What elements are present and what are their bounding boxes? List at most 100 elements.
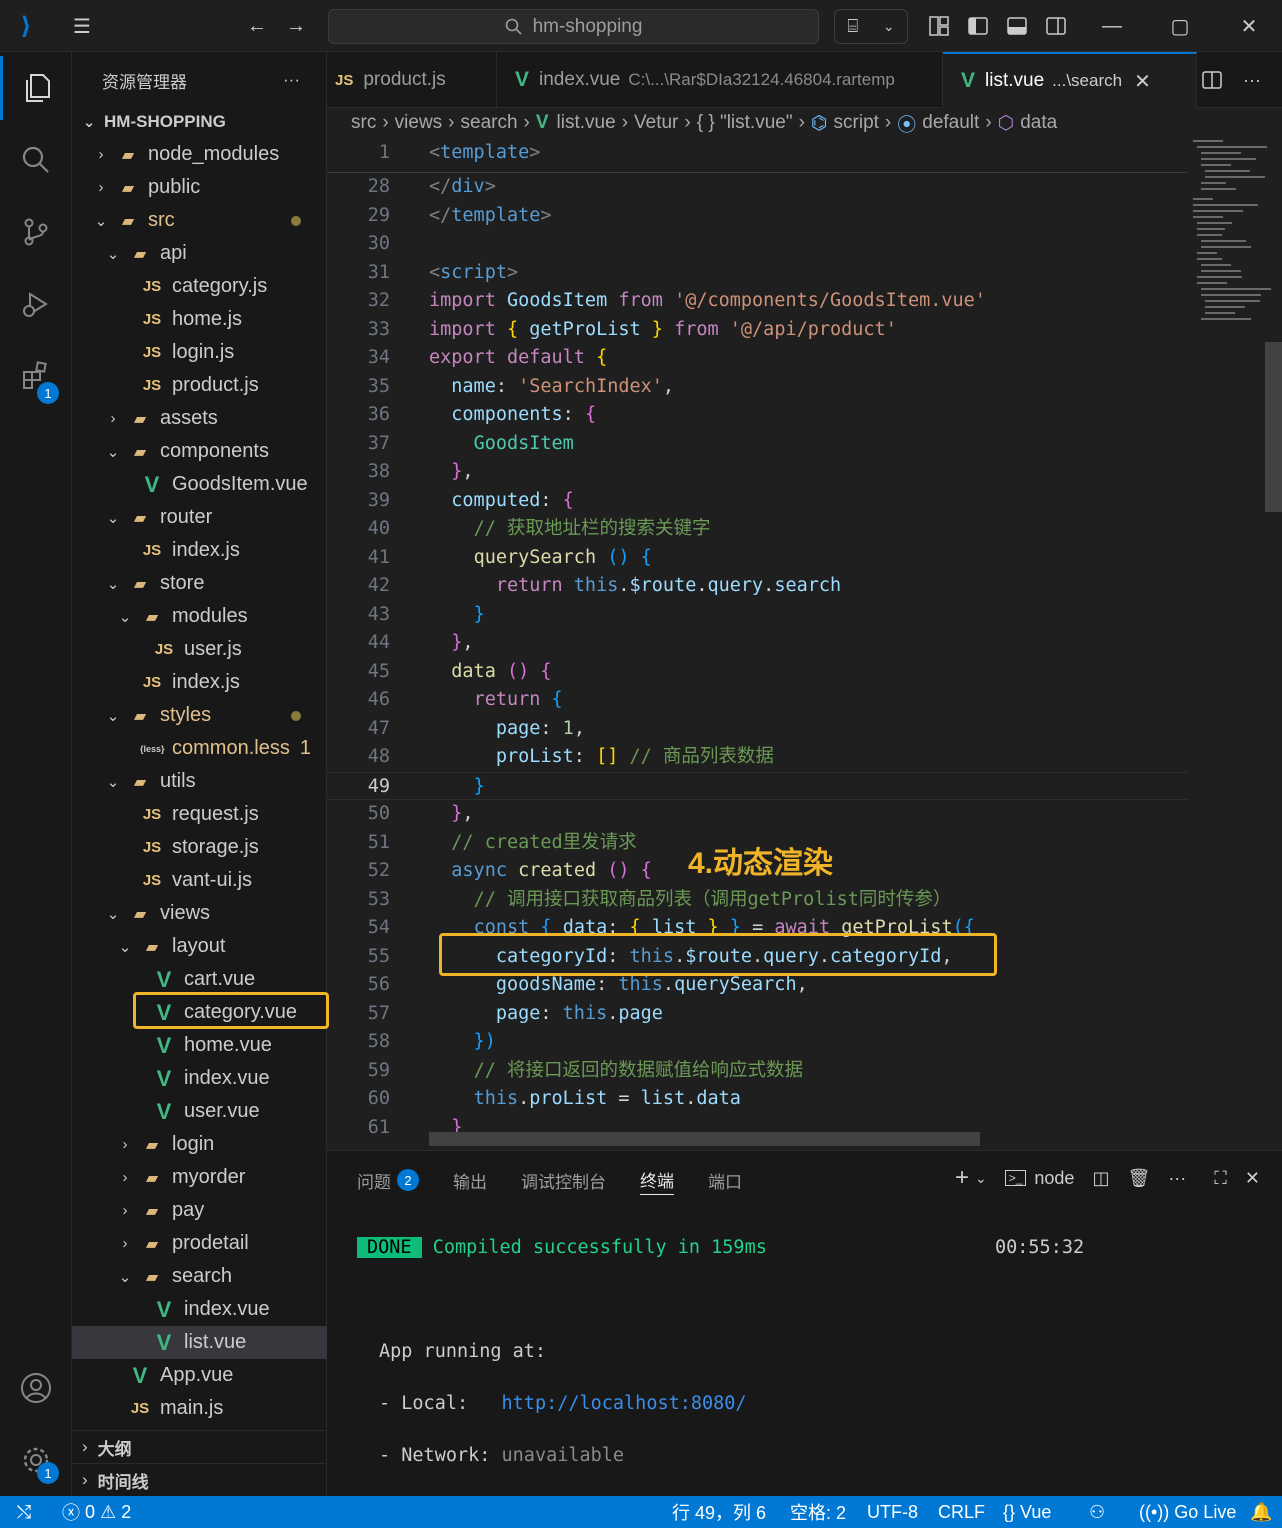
editor-more-actions-icon[interactable]: ··· xyxy=(1238,66,1266,94)
tree-item[interactable]: JS request.js xyxy=(72,798,327,831)
tab-output[interactable]: 输出 xyxy=(453,1165,487,1195)
tree-item[interactable]: ⌄ ▰ utils xyxy=(72,765,327,798)
tree-item[interactable]: Vhome.vue xyxy=(72,1029,327,1062)
end-of-line[interactable]: CRLF xyxy=(938,1496,985,1528)
terminal-shell-label[interactable]: node xyxy=(1034,1168,1074,1189)
breadcrumb-item[interactable]: src xyxy=(351,112,376,134)
tree-item[interactable]: {less} common.less 1 xyxy=(72,732,327,765)
breadcrumb-item[interactable]: list.vue xyxy=(557,112,616,134)
tree-item[interactable]: V GoodsItem.vue xyxy=(72,468,327,501)
horizontal-scrollbar[interactable] xyxy=(429,1132,980,1146)
tree-item[interactable]: ⌄ ▰ store xyxy=(72,567,327,600)
command-center-search[interactable]: hm-shopping xyxy=(328,9,819,44)
encoding[interactable]: UTF-8 xyxy=(867,1496,918,1528)
tree-item[interactable]: Vuser.vue xyxy=(72,1095,327,1128)
toggle-primary-sidebar-icon[interactable] xyxy=(964,12,992,40)
go-live-button[interactable]: ((•)) Go Live xyxy=(1139,1496,1236,1528)
tree-item[interactable]: ⌄ ▰ views xyxy=(72,897,327,930)
minimap[interactable] xyxy=(1187,138,1282,1150)
tree-item[interactable]: › ▰ login xyxy=(72,1128,327,1161)
tree-item[interactable]: ⌄ ▰ layout xyxy=(72,930,327,963)
split-terminal-icon[interactable]: ◫ xyxy=(1092,1168,1109,1189)
breadcrumb-item[interactable]: { } "list.vue" xyxy=(697,112,793,134)
tree-item[interactable]: JS storage.js xyxy=(72,831,327,864)
language-mode[interactable]: {} Vue xyxy=(1003,1496,1051,1528)
explorer-root-folder[interactable]: ⌄ HM-SHOPPING xyxy=(72,105,327,138)
breadcrumb-item[interactable]: views xyxy=(395,112,443,134)
run-debug-icon[interactable] xyxy=(0,272,72,336)
indentation[interactable]: 空格: 2 xyxy=(790,1496,846,1528)
chevron-down-icon[interactable]: ⌄ xyxy=(975,1170,987,1187)
tab-list-vue[interactable]: V list.vue ...\search ✕ xyxy=(943,52,1197,108)
tree-item[interactable]: JS login.js xyxy=(72,336,327,369)
outline-section[interactable]: › 大纲 xyxy=(72,1430,327,1463)
breadcrumb-item[interactable]: script xyxy=(834,112,879,134)
tab-ports[interactable]: 端口 xyxy=(708,1165,742,1195)
close-window-icon[interactable]: ✕ xyxy=(1235,12,1263,40)
breadcrumb-item[interactable]: default xyxy=(922,112,979,134)
minimize-icon[interactable]: — xyxy=(1098,12,1126,40)
menu-icon[interactable]: ☰ xyxy=(68,12,96,40)
tree-item[interactable]: ⌄ ▰ styles xyxy=(72,699,327,732)
tree-item[interactable]: ⌄ ▰ api xyxy=(72,237,327,270)
tree-item[interactable]: Vindex.vue xyxy=(72,1062,327,1095)
tree-item[interactable]: JS index.js xyxy=(72,666,327,699)
tree-item[interactable]: JS vant-ui.js xyxy=(72,864,327,897)
copilot-button[interactable]: ⌸ ⌄ xyxy=(834,9,908,44)
timeline-section[interactable]: › 时间线 xyxy=(72,1463,327,1496)
tree-item[interactable]: › ▰ assets xyxy=(72,402,327,435)
tab-debug-console[interactable]: 调试控制台 xyxy=(521,1165,606,1195)
split-editor-icon[interactable] xyxy=(1198,66,1226,94)
breadcrumb-item[interactable]: data xyxy=(1020,112,1057,134)
tree-item[interactable]: JS category.js xyxy=(72,270,327,303)
breadcrumb-item[interactable]: search xyxy=(461,112,518,134)
tree-item[interactable]: JS index.js xyxy=(72,534,327,567)
explorer-icon[interactable] xyxy=(0,56,72,120)
maximize-icon[interactable]: ▢ xyxy=(1166,12,1194,40)
source-control-icon[interactable] xyxy=(0,200,72,264)
tree-item[interactable]: ⌄ ▰ router xyxy=(72,501,327,534)
sticky-scroll-line[interactable]: 1 <template> xyxy=(327,138,1187,173)
terminal-output[interactable]: DONE Compiled successfully in 159ms 00:55… xyxy=(357,1209,1277,1521)
breadcrumb-item[interactable]: Vetur xyxy=(634,112,678,134)
tree-item[interactable]: ⌄ ▰ modules xyxy=(72,600,327,633)
notifications-bell-icon[interactable]: 🔔 xyxy=(1250,1496,1272,1528)
tab-index-vue[interactable]: V index.vue C:\...\Rar$DIa32124.46804.ra… xyxy=(497,52,943,108)
tree-item[interactable]: JS main.js xyxy=(72,1392,327,1425)
local-url-link[interactable]: http://localhost:8080/ xyxy=(502,1393,747,1414)
customize-layout-icon[interactable] xyxy=(925,12,953,40)
toggle-secondary-sidebar-icon[interactable] xyxy=(1042,12,1070,40)
close-tab-icon[interactable]: ✕ xyxy=(1134,69,1151,94)
tree-item[interactable]: › ▰ prodetail xyxy=(72,1227,327,1260)
tree-item[interactable]: › ▰ pay xyxy=(72,1194,327,1227)
tree-item[interactable]: ⌄ ▰ search xyxy=(72,1260,327,1293)
new-terminal-icon[interactable]: + xyxy=(955,1164,969,1192)
more-actions-icon[interactable]: ··· xyxy=(283,70,300,90)
tree-item[interactable]: ⌄ ▰ components xyxy=(72,435,327,468)
settings-gear-icon[interactable]: 1 xyxy=(0,1428,72,1492)
code-editor[interactable]: 28 </div> 29 </template> 30 31 <script> 32 impor… xyxy=(327,138,1187,1150)
tree-item[interactable]: JS user.js xyxy=(72,633,327,666)
back-arrow-icon[interactable]: ← xyxy=(243,12,271,40)
maximize-panel-icon[interactable]: ⛶ xyxy=(1214,1168,1227,1189)
more-actions-icon[interactable]: ··· xyxy=(1168,1168,1186,1189)
tree-item[interactable]: JS home.js xyxy=(72,303,327,336)
forward-arrow-icon[interactable]: → xyxy=(282,12,310,40)
cursor-position[interactable]: 行 49，列 6 xyxy=(672,1496,766,1528)
tab-product-js[interactable]: JS product.js xyxy=(327,52,497,108)
tree-item[interactable]: JS product.js xyxy=(72,369,327,402)
accounts-icon[interactable] xyxy=(0,1356,72,1420)
toggle-panel-icon[interactable] xyxy=(1003,12,1031,40)
tree-item[interactable]: › ▰ myorder xyxy=(72,1161,327,1194)
tab-problems[interactable]: 问题 2 xyxy=(357,1165,419,1195)
close-panel-icon[interactable]: ✕ xyxy=(1245,1168,1260,1189)
tree-item[interactable]: › ▰ public xyxy=(72,171,327,204)
tree-item[interactable]: V App.vue xyxy=(72,1359,327,1392)
tree-item[interactable]: Vindex.vue xyxy=(72,1293,327,1326)
tab-terminal[interactable]: 终端 xyxy=(640,1165,674,1195)
search-icon[interactable] xyxy=(0,128,72,192)
extensions-icon[interactable]: 1 xyxy=(0,344,72,408)
remote-icon[interactable]: ⤭ xyxy=(0,1496,48,1528)
copilot-status-icon[interactable]: ⚇ xyxy=(1089,1496,1105,1528)
vertical-scrollbar[interactable] xyxy=(1265,342,1282,512)
